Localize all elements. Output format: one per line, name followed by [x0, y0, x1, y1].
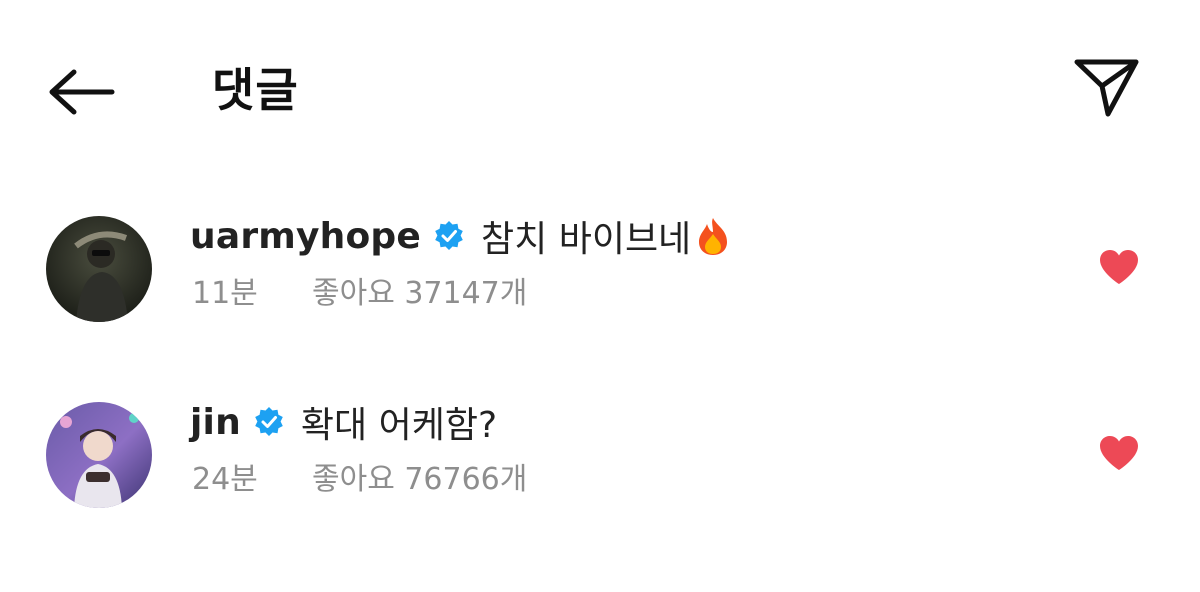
comment-item: uarmyhope 참치 바이브네 11분 좋아요 37147개: [0, 204, 1200, 334]
arrow-left-icon: [49, 69, 115, 115]
username[interactable]: jin: [190, 402, 241, 443]
avatar[interactable]: [46, 402, 152, 508]
comment-text: 참치 바이브네: [481, 219, 692, 260]
share-button[interactable]: [1072, 56, 1142, 120]
fire-emoji-icon: [695, 216, 731, 256]
comment-header: uarmyhope 참치 바이브네: [190, 208, 731, 264]
back-button[interactable]: [46, 64, 118, 120]
like-count[interactable]: 좋아요 76766개: [312, 454, 527, 498]
verified-badge-icon: [433, 220, 465, 252]
heart-icon: [1100, 436, 1138, 470]
comment-header: jin 확대 어케함?: [190, 394, 497, 450]
timestamp: 24분: [192, 462, 258, 497]
timestamp: 11분: [192, 276, 258, 311]
comment-meta: 11분 좋아요 37147개: [192, 268, 527, 312]
comment-meta: 24분 좋아요 76766개: [192, 454, 527, 498]
page-title: 댓글: [212, 63, 299, 117]
like-count[interactable]: 좋아요 37147개: [312, 268, 527, 312]
like-button[interactable]: [1098, 434, 1140, 472]
heart-icon: [1100, 250, 1138, 284]
avatar[interactable]: [46, 216, 152, 322]
like-button[interactable]: [1098, 248, 1140, 286]
app-header: 댓글: [0, 0, 1200, 180]
comment-item: jin 확대 어케함? 24분 좋아요 76766개: [0, 390, 1200, 520]
verified-badge-icon: [253, 406, 285, 438]
username[interactable]: uarmyhope: [190, 216, 421, 257]
paper-plane-icon: [1074, 59, 1139, 117]
comment-text: 확대 어케함?: [300, 405, 498, 446]
